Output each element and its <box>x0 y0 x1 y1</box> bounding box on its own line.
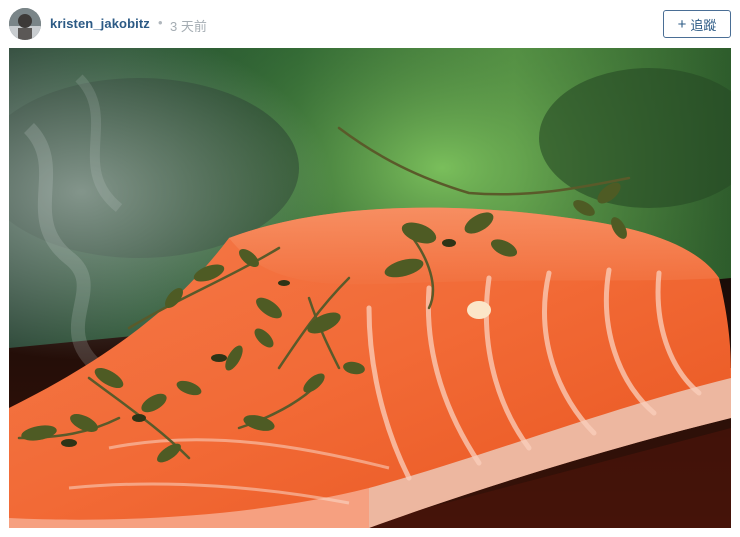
avatar-image <box>9 8 41 40</box>
salmon-photo <box>9 48 731 528</box>
avatar[interactable] <box>9 8 41 40</box>
separator-dot: • <box>158 15 163 30</box>
plus-icon: + <box>677 15 687 33</box>
post-header: kristen_jakobitz • 3 天前 + 追蹤 <box>0 0 740 48</box>
instagram-post: kristen_jakobitz • 3 天前 + 追蹤 <box>0 0 740 537</box>
username-link[interactable]: kristen_jakobitz <box>50 16 150 31</box>
follow-button[interactable]: + 追蹤 <box>663 10 731 38</box>
post-timestamp[interactable]: 3 天前 <box>170 16 207 35</box>
follow-label: 追蹤 <box>690 17 717 33</box>
post-photo[interactable] <box>9 48 731 528</box>
